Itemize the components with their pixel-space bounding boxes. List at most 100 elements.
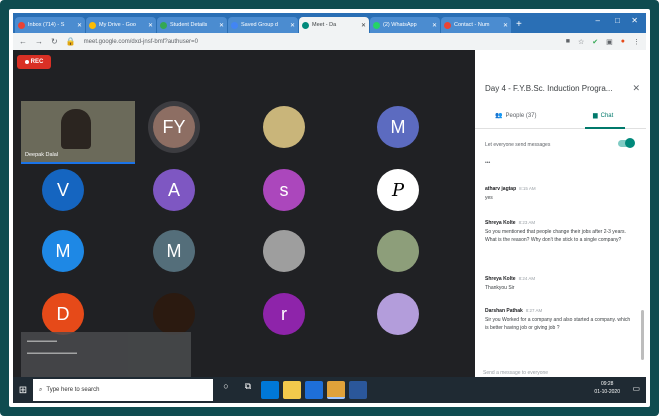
search-icon: ⌕ bbox=[39, 386, 43, 393]
message-time: 8:23 AM bbox=[518, 220, 536, 225]
recording-badge: REC bbox=[17, 55, 51, 69]
close-tab-icon[interactable]: ✕ bbox=[290, 22, 295, 29]
forward-icon[interactable]: → bbox=[35, 37, 43, 46]
word-icon[interactable] bbox=[349, 381, 367, 399]
store-icon[interactable] bbox=[305, 381, 323, 399]
preview-line: ▬▬▬▬▬▬ bbox=[27, 338, 57, 344]
participant-photo[interactable] bbox=[153, 293, 195, 335]
browser-tab-bar: Inbox (714) - S ✕ My Drive - Goo ✕ Student D… bbox=[13, 13, 646, 33]
browser-tab[interactable]: (2) WhatsApp ✕ bbox=[370, 17, 440, 33]
message-text: Thankyou Sir bbox=[485, 285, 515, 291]
star-icon[interactable]: ☆ bbox=[578, 38, 584, 46]
send-messages-toggle[interactable] bbox=[618, 138, 635, 148]
browser-tab[interactable]: Contact - Num ✕ bbox=[441, 17, 511, 33]
tab-chat-label: Chat bbox=[600, 112, 614, 119]
chat-icon: ▆ bbox=[593, 113, 598, 119]
lock-icon: 🔒 bbox=[65, 37, 76, 46]
reload-icon[interactable]: ↻ bbox=[51, 37, 58, 46]
more-messages-indicator: ••• bbox=[485, 160, 491, 166]
edge-icon[interactable] bbox=[261, 381, 279, 399]
active-tab-indicator bbox=[585, 127, 625, 129]
tab-title: Student Details bbox=[170, 22, 208, 28]
participant-avatar[interactable]: A bbox=[153, 169, 195, 211]
message-text: So you mentioned that people change thei… bbox=[485, 229, 626, 243]
self-video-tile[interactable]: Deepak Dalal bbox=[21, 101, 135, 164]
chat-message: atharv jagtap 8:15 AM yes bbox=[485, 186, 635, 202]
windows-start-icon[interactable]: ⊞ bbox=[13, 377, 33, 403]
extension-check-icon[interactable]: ✔ bbox=[592, 38, 598, 46]
profile-avatar[interactable]: ● bbox=[621, 38, 625, 45]
participant-avatar[interactable]: V bbox=[42, 169, 84, 211]
close-tab-icon[interactable]: ✕ bbox=[77, 22, 82, 29]
task-view-icon[interactable]: ⧉ bbox=[239, 381, 257, 399]
self-name-label: Deepak Dalal bbox=[25, 152, 59, 158]
message-sender: Darshan Pathak 8:27 AM bbox=[485, 308, 635, 314]
menu-icon[interactable]: ⋮ bbox=[633, 38, 640, 46]
screen-share-preview[interactable]: ▬▬▬▬▬▬ ▬▬▬▬▬▬▬▬▬▬ bbox=[21, 332, 191, 377]
file-explorer-icon[interactable] bbox=[283, 381, 301, 399]
people-icon: 👥 bbox=[495, 113, 503, 119]
tab-favicon-icon bbox=[444, 21, 451, 29]
browser-tab[interactable]: Meet - Da ✕ bbox=[299, 17, 369, 33]
browser-tab[interactable]: Student Details ✕ bbox=[157, 17, 227, 33]
participant-photo[interactable] bbox=[377, 230, 419, 272]
clock-date: 01-10-2020 bbox=[594, 389, 620, 395]
message-time: 8:24 AM bbox=[518, 276, 536, 281]
url-field[interactable]: meet.google.com/dxd-jnsf-bmf?authuser=0 bbox=[84, 39, 558, 45]
close-tab-icon[interactable]: ✕ bbox=[432, 22, 437, 29]
notification-icon[interactable]: ▭ bbox=[632, 384, 640, 393]
taskbar-search[interactable]: ⌕ Type here to search bbox=[33, 379, 213, 401]
participant-avatar[interactable]: s bbox=[263, 169, 305, 211]
participant-avatar[interactable]: M bbox=[153, 230, 195, 272]
tab-chat[interactable]: ▆ Chat bbox=[593, 112, 614, 120]
preview-line: ▬▬▬▬▬▬▬▬▬▬ bbox=[27, 350, 77, 356]
tab-favicon-icon bbox=[373, 21, 380, 29]
tab-title: (2) WhatsApp bbox=[383, 22, 417, 28]
participant-avatar[interactable]: FY bbox=[153, 106, 195, 148]
tab-people[interactable]: 👥 People (37) bbox=[495, 112, 537, 120]
sender-name: Shreya Kolte bbox=[485, 220, 516, 226]
participant-photo[interactable]: P bbox=[377, 169, 419, 211]
message-sender: Shreya Kolte 8:23 AM bbox=[485, 220, 635, 226]
participant-avatar[interactable]: D bbox=[42, 293, 84, 335]
camera-icon[interactable]: ■ bbox=[566, 38, 570, 45]
participant-avatar[interactable]: r bbox=[263, 293, 305, 335]
message-text: yes bbox=[485, 195, 493, 201]
chat-scrollbar[interactable] bbox=[641, 310, 644, 360]
minimize-button[interactable]: – bbox=[596, 16, 600, 25]
close-tab-icon[interactable]: ✕ bbox=[148, 22, 153, 29]
chat-message: Shreya Kolte 8:24 AM Thankyou Sir bbox=[485, 276, 635, 292]
new-tab-button[interactable]: + bbox=[516, 19, 522, 30]
extension-icon[interactable]: ▣ bbox=[606, 38, 613, 46]
cortana-icon[interactable]: ○ bbox=[217, 381, 235, 399]
close-panel-icon[interactable]: ✕ bbox=[632, 83, 640, 94]
clock-time: 09:28 bbox=[600, 381, 614, 387]
chat-message: Darshan Pathak 8:27 AM Sir you Worked for … bbox=[485, 308, 635, 332]
search-placeholder: Type here to search bbox=[46, 387, 100, 393]
close-tab-icon[interactable]: ✕ bbox=[219, 22, 224, 29]
maximize-button[interactable]: □ bbox=[615, 16, 620, 25]
tab-title: My Drive - Goo bbox=[99, 22, 136, 28]
message-text: Sir you Worked for a company and also st… bbox=[485, 317, 631, 331]
tab-title: Meet - Da bbox=[312, 22, 337, 28]
back-icon[interactable]: ← bbox=[19, 37, 27, 46]
sender-name: atharv jagtap bbox=[485, 186, 517, 192]
sender-name: Shreya Kolte bbox=[485, 276, 516, 282]
close-tab-icon[interactable]: ✕ bbox=[361, 22, 366, 29]
close-window-button[interactable]: ✕ bbox=[631, 16, 638, 25]
participant-photo[interactable] bbox=[263, 230, 305, 272]
browser-tab[interactable]: My Drive - Goo ✕ bbox=[86, 17, 156, 33]
tab-title: Contact - Num bbox=[454, 22, 490, 28]
participant-photo[interactable] bbox=[377, 293, 419, 335]
participant-avatar[interactable]: M bbox=[42, 230, 84, 272]
browser-tab[interactable]: Saved Group d ✕ bbox=[228, 17, 298, 33]
tab-title: Saved Group d bbox=[241, 22, 278, 28]
tab-favicon-icon bbox=[231, 21, 238, 29]
system-tray-clock[interactable]: 09:28 01-10-2020 bbox=[594, 380, 620, 396]
chrome-icon[interactable] bbox=[327, 381, 345, 399]
participant-photo[interactable] bbox=[263, 106, 305, 148]
windows-taskbar: ⊞ ⌕ Type here to search ○ ⧉ 09:28 01-10-… bbox=[13, 377, 646, 403]
browser-tab[interactable]: Inbox (714) - S ✕ bbox=[15, 17, 85, 33]
close-tab-icon[interactable]: ✕ bbox=[503, 22, 508, 29]
participant-avatar[interactable]: M bbox=[377, 106, 419, 148]
